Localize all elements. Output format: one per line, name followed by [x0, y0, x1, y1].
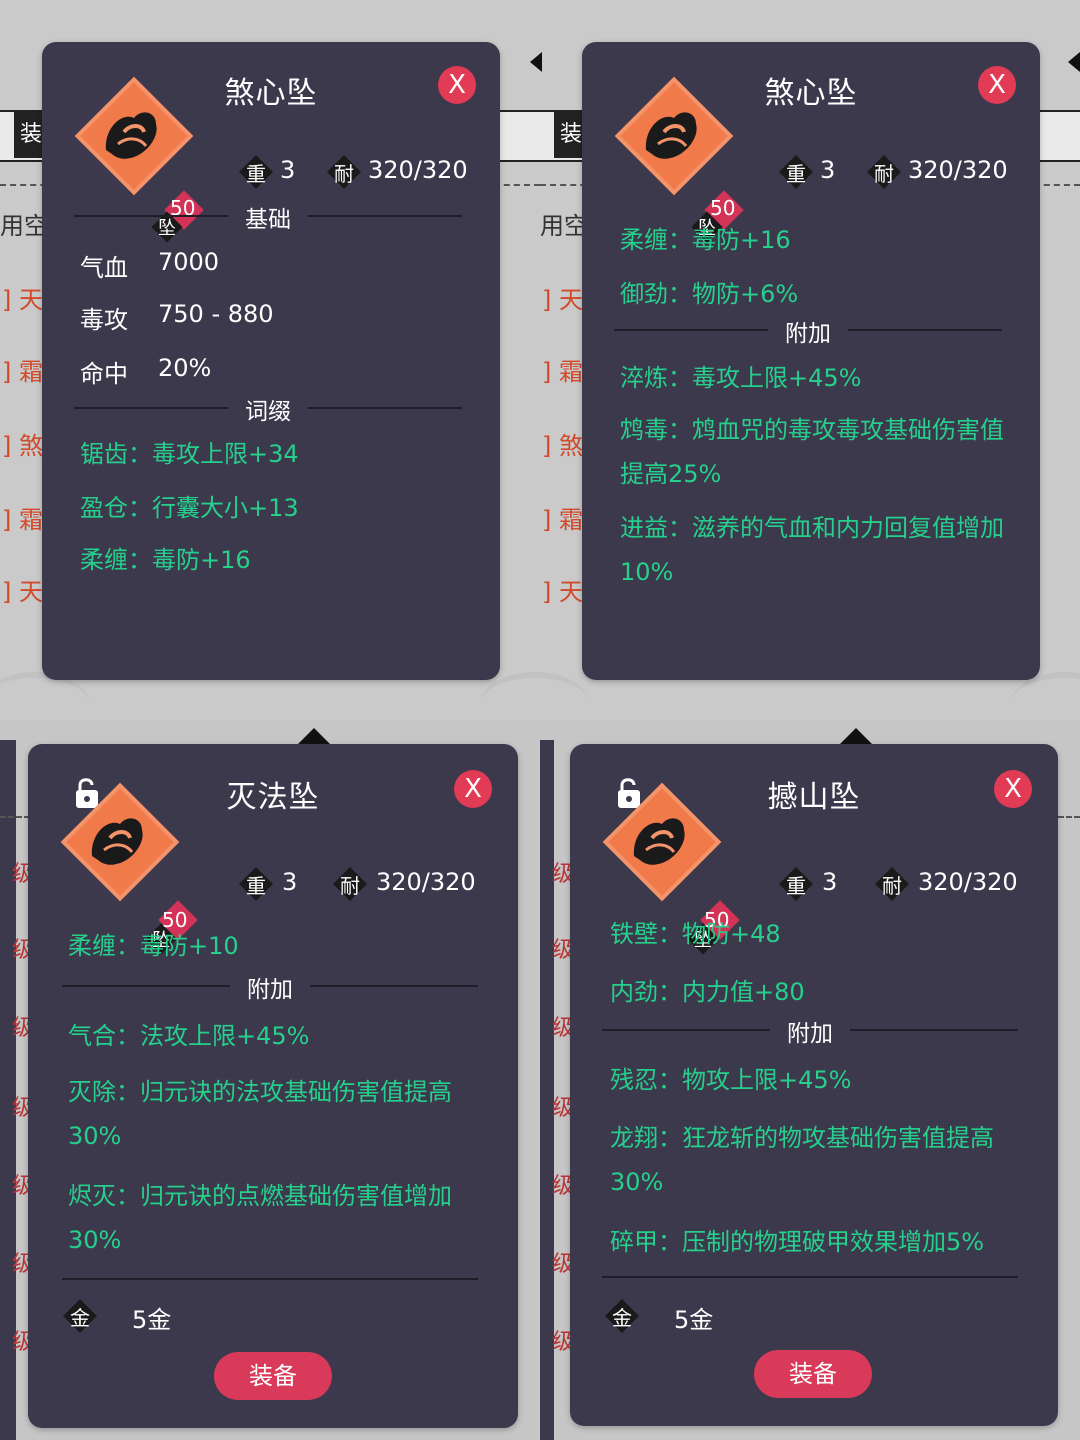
- extra-affix-line: 淬炼：毒攻上限+45%: [620, 364, 862, 392]
- bg-hint-left: 用空: [0, 212, 48, 240]
- weight-label: 重: [786, 162, 806, 186]
- item-tooltip-card: 煞心坠 X 50 坠 重 3 耐 320/320 柔缠：毒防+16 御劲：物防+…: [582, 42, 1040, 680]
- affix-line: 柔缠：毒防+16: [80, 546, 251, 574]
- gold-label: 金: [612, 1306, 632, 1330]
- bg-arrow-up-icon[interactable]: [298, 728, 330, 744]
- base-stat-value: 750 - 880: [158, 300, 274, 328]
- affix-line: 盈仓：行囊大小+13: [80, 494, 299, 522]
- bg-arrow-up-icon[interactable]: [840, 728, 872, 744]
- extra-affix-line: 残忍：物攻上限+45%: [610, 1066, 852, 1094]
- durability-value: 320/320: [368, 156, 468, 184]
- item-tooltip-card: 煞心坠 X 50 坠 重 3 耐 320/320 基础 气血 7000 毒攻 7…: [42, 42, 500, 680]
- base-stat-name: 命中: [80, 360, 128, 388]
- affix-line: 锯齿：毒攻上限+34: [80, 440, 299, 468]
- extra-affix-line: 鸩毒：鸩血咒的毒攻毒攻基础伤害值提高25%: [620, 416, 1004, 488]
- base-stat-name: 气血: [80, 254, 128, 282]
- affix-line: 柔缠：毒防+16: [620, 226, 791, 254]
- extra-affix-line: 进益：滋养的气血和内力回复值增加10%: [620, 514, 1004, 586]
- section-header-extra: 附加: [602, 1014, 1018, 1047]
- pendant-icon: 50 坠: [74, 76, 204, 243]
- bg-list-item: ] 霜: [542, 358, 583, 386]
- equip-button[interactable]: 装备: [754, 1350, 872, 1398]
- bg-list-item: ] 天: [542, 578, 583, 606]
- bg-divider: [0, 816, 30, 818]
- durability-label: 耐: [340, 874, 360, 898]
- extra-affix-line: 气合：法攻上限+45%: [68, 1022, 310, 1050]
- weight-label: 重: [246, 874, 266, 898]
- section-header-affix: 词缀: [74, 392, 462, 425]
- base-stat-value: 7000: [158, 248, 220, 276]
- section-header-extra: 附加: [614, 314, 1002, 347]
- affix-line: 御劲：物防+6%: [620, 280, 799, 308]
- item-tooltip-card: 撼山坠 X 50 坠 重 3 耐 320/320 铁壁：物防+48 内劲：内力值…: [570, 744, 1058, 1426]
- bg-hint-right: 用空: [540, 212, 588, 240]
- durability-label: 耐: [874, 162, 894, 186]
- bg-list-item: ] 霜: [542, 506, 583, 534]
- divider: [602, 1276, 1018, 1278]
- pendant-icon: 50 坠: [614, 76, 744, 243]
- divider: [62, 1278, 478, 1280]
- weight-value: 3: [282, 868, 298, 896]
- extra-affix-line: 碎甲：压制的物理破甲效果增加5%: [610, 1228, 985, 1256]
- affix-line: 铁壁：物防+48: [610, 920, 781, 948]
- price-value: 5金: [132, 1306, 172, 1334]
- close-icon[interactable]: X: [438, 66, 476, 104]
- bg-list-item: ] 煞: [2, 432, 43, 460]
- affix-line: 柔缠：毒防+10: [68, 932, 239, 960]
- bg-list-item: ] 天: [542, 286, 583, 314]
- affix-line: 内劲：内力值+80: [610, 978, 805, 1006]
- bg-arrow-left-icon[interactable]: [1068, 52, 1080, 72]
- close-icon[interactable]: X: [994, 770, 1032, 808]
- bg-list-item: ] 霜: [2, 506, 43, 534]
- bg-roof-decoration: [480, 672, 590, 738]
- item-tooltip-card: 灭法坠 X 50 坠 重 3 耐 320/320 柔缠：毒防+10 附加 气合：…: [28, 744, 518, 1428]
- durability-value: 320/320: [908, 156, 1008, 184]
- base-stat-name: 毒攻: [80, 306, 128, 334]
- weight-value: 3: [280, 156, 296, 184]
- bg-list-item: ] 天: [2, 578, 43, 606]
- extra-affix-line: 烬灭：归元诀的点燃基础伤害值增加30%: [68, 1182, 452, 1254]
- section-header-base: 基础: [74, 200, 462, 233]
- gold-label: 金: [70, 1306, 90, 1330]
- extra-affix-line: 龙翔：狂龙斩的物攻基础伤害值提高30%: [610, 1124, 994, 1196]
- weight-label: 重: [246, 162, 266, 186]
- pendant-icon: 50 坠: [60, 782, 198, 955]
- weight-value: 3: [822, 868, 838, 896]
- base-stat-value: 20%: [158, 354, 212, 382]
- bg-list-item: ] 煞: [542, 432, 583, 460]
- durability-label: 耐: [882, 874, 902, 898]
- pendant-icon: 50 坠: [602, 782, 740, 955]
- bg-list-item: ] 霜: [2, 358, 43, 386]
- durability-label: 耐: [334, 162, 354, 186]
- price-value: 5金: [674, 1306, 714, 1334]
- weight-label: 重: [786, 874, 806, 898]
- extra-affix-line: 灭除：归元诀的法攻基础伤害值提高30%: [68, 1078, 452, 1150]
- close-icon[interactable]: X: [978, 66, 1016, 104]
- close-icon[interactable]: X: [454, 770, 492, 808]
- durability-value: 320/320: [376, 868, 476, 896]
- bg-arrow-left-icon[interactable]: [530, 52, 542, 72]
- bg-list-item: ] 天: [2, 286, 43, 314]
- weight-value: 3: [820, 156, 836, 184]
- durability-value: 320/320: [918, 868, 1018, 896]
- equip-button[interactable]: 装备: [214, 1352, 332, 1400]
- section-header-extra: 附加: [62, 970, 478, 1003]
